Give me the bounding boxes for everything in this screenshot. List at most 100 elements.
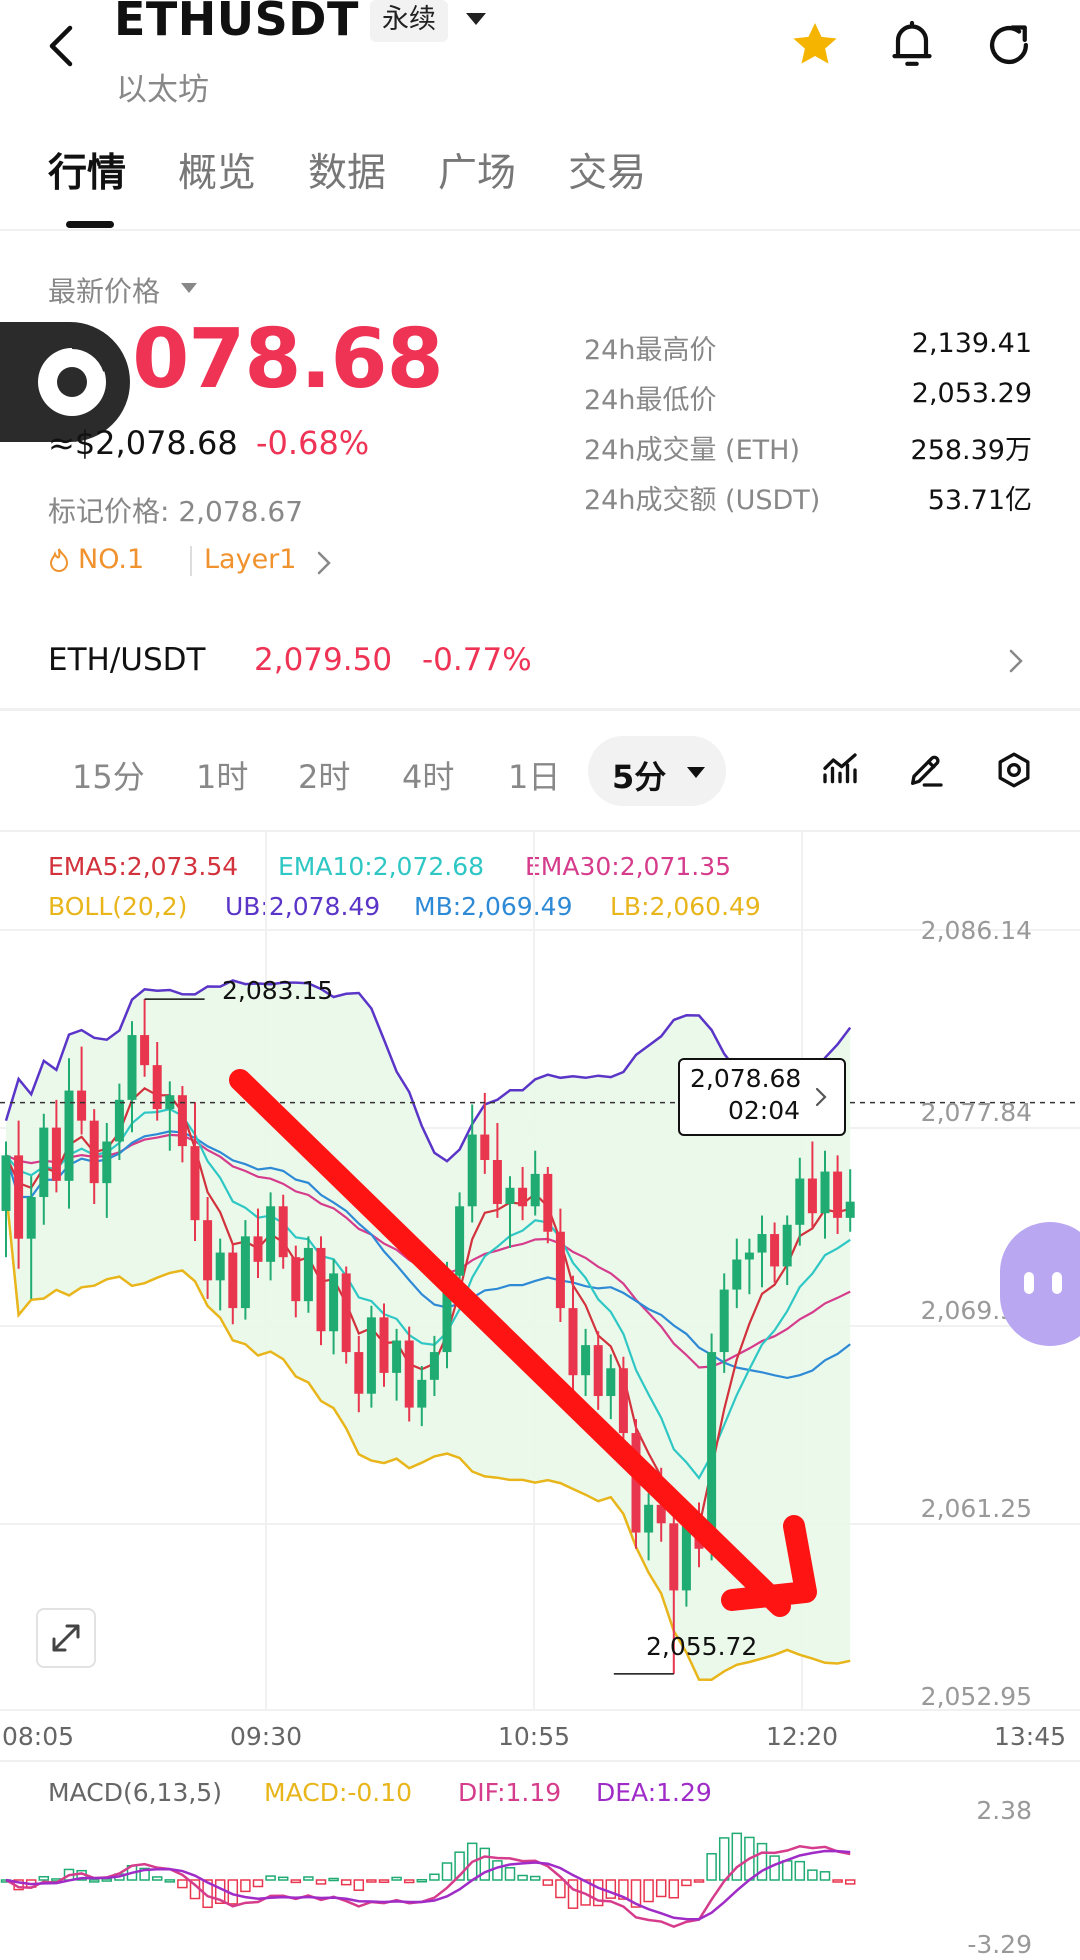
tab-square[interactable]: 广场	[438, 142, 516, 198]
tab-market[interactable]: 行情	[48, 142, 126, 198]
tab-trade[interactable]: 交易	[568, 142, 646, 198]
macd-bar	[643, 1879, 654, 1903]
spot-pair[interactable]: ETH/USDT	[48, 642, 205, 678]
category-tag[interactable]: Layer1	[204, 544, 296, 575]
macd-bar	[353, 1879, 365, 1891]
macd-axis-top: 2.38	[976, 1796, 1032, 1825]
expand-icon[interactable]	[36, 1608, 96, 1668]
candle	[404, 1326, 414, 1422]
time-axis-label: 12:20	[766, 1722, 839, 1751]
star-icon[interactable]	[788, 18, 842, 72]
stat-low-label: 24h最低价	[584, 385, 717, 416]
price-axis-label: 2,061.25	[920, 1494, 1032, 1523]
candle-body	[203, 1220, 213, 1281]
interval-1d[interactable]: 1日	[508, 752, 560, 798]
candle	[366, 1305, 376, 1408]
candle-body	[316, 1247, 326, 1332]
candle	[341, 1266, 351, 1364]
candle-body	[807, 1178, 817, 1214]
macd-bar	[403, 1879, 415, 1884]
candle-body	[1, 1155, 11, 1211]
candle-body	[530, 1173, 540, 1207]
mascot-icon[interactable]	[1000, 1222, 1080, 1346]
candle-body	[669, 1523, 679, 1591]
caret-down-icon[interactable]	[180, 282, 198, 294]
macd-bar	[429, 1873, 440, 1881]
candle-body	[618, 1368, 628, 1434]
candle-body	[845, 1201, 855, 1218]
candle-body	[732, 1259, 742, 1290]
time-axis-label: 08:05	[2, 1722, 75, 1751]
rank-label: NO.1	[78, 544, 145, 575]
bell-icon[interactable]	[884, 16, 940, 72]
candle-body	[606, 1368, 616, 1397]
candle-body	[593, 1345, 603, 1397]
macd-bar	[529, 1875, 541, 1881]
macd-bar	[441, 1862, 453, 1881]
settings-icon[interactable]	[994, 750, 1034, 790]
candle-body	[102, 1141, 112, 1184]
candle-body	[833, 1171, 843, 1218]
interval-15m[interactable]: 15分	[72, 752, 145, 798]
refresh-icon[interactable]	[982, 18, 1036, 72]
candle-body	[782, 1224, 792, 1267]
spot-change: -0.77%	[422, 642, 532, 678]
macd-bar	[240, 1879, 251, 1893]
candle-body	[51, 1127, 61, 1181]
interval-4h[interactable]: 4时	[402, 752, 454, 798]
candle-body	[329, 1273, 339, 1332]
candlestick-chart[interactable]	[0, 830, 1080, 1760]
candle-body	[770, 1234, 780, 1267]
chevron-down-icon[interactable]	[464, 10, 488, 28]
macd-bar	[277, 1876, 289, 1881]
time-axis-label: 09:30	[230, 1722, 303, 1751]
tab-overview[interactable]: 概览	[178, 142, 256, 198]
usd-equivalent: ≈$2,078.68	[48, 424, 238, 462]
macd-bar	[252, 1879, 264, 1888]
candle-body	[14, 1155, 24, 1239]
caret-down-icon[interactable]	[686, 766, 706, 779]
spot-price: 2,079.50	[254, 642, 393, 678]
candle-body	[26, 1197, 36, 1239]
candle-body	[240, 1236, 250, 1309]
price-change-pct: -0.68%	[256, 424, 370, 462]
contract-type-badge[interactable]: 永续	[370, 0, 448, 42]
macd-bar	[517, 1874, 528, 1881]
chevron-right-icon[interactable]	[316, 550, 332, 576]
macd-bar	[315, 1879, 327, 1885]
stat-high-value: 2,139.41	[911, 328, 1032, 359]
price-type-label[interactable]: 最新价格	[48, 270, 160, 310]
flame-icon	[48, 547, 70, 573]
macd-bar	[38, 1875, 50, 1881]
candle-body	[543, 1173, 553, 1232]
dea-line	[5, 1849, 851, 1921]
interval-2h[interactable]: 2时	[298, 752, 350, 798]
candle-body	[278, 1206, 288, 1258]
macd-bar	[265, 1875, 276, 1881]
candle-body	[114, 1099, 124, 1142]
interval-1h[interactable]: 1时	[196, 752, 248, 798]
macd-bar	[731, 1832, 743, 1881]
candle-body	[89, 1120, 99, 1184]
macd-bar	[492, 1860, 503, 1881]
interval-active[interactable]: 5分	[612, 752, 666, 798]
candle	[316, 1236, 326, 1346]
candle-body	[480, 1134, 490, 1161]
macd-divider	[0, 1760, 1080, 1762]
pen-icon[interactable]	[906, 750, 946, 790]
stat-volume-value: 258.39万	[910, 435, 1032, 466]
candle-body	[581, 1345, 591, 1376]
macd-bar	[177, 1879, 188, 1889]
back-icon[interactable]	[40, 18, 90, 74]
indicator-icon[interactable]	[820, 750, 860, 790]
candle-body	[140, 1035, 150, 1066]
candle-body	[253, 1236, 263, 1262]
rank-tag[interactable]: NO.1	[48, 544, 144, 575]
price-axis-label: 2,077.84	[920, 1098, 1032, 1127]
macd-bar	[542, 1879, 554, 1886]
tab-data[interactable]: 数据	[308, 142, 386, 198]
macd-bar	[567, 1879, 579, 1909]
macd-bar	[681, 1879, 692, 1887]
chevron-right-icon[interactable]	[814, 1086, 828, 1108]
chevron-right-icon[interactable]	[1008, 648, 1024, 674]
